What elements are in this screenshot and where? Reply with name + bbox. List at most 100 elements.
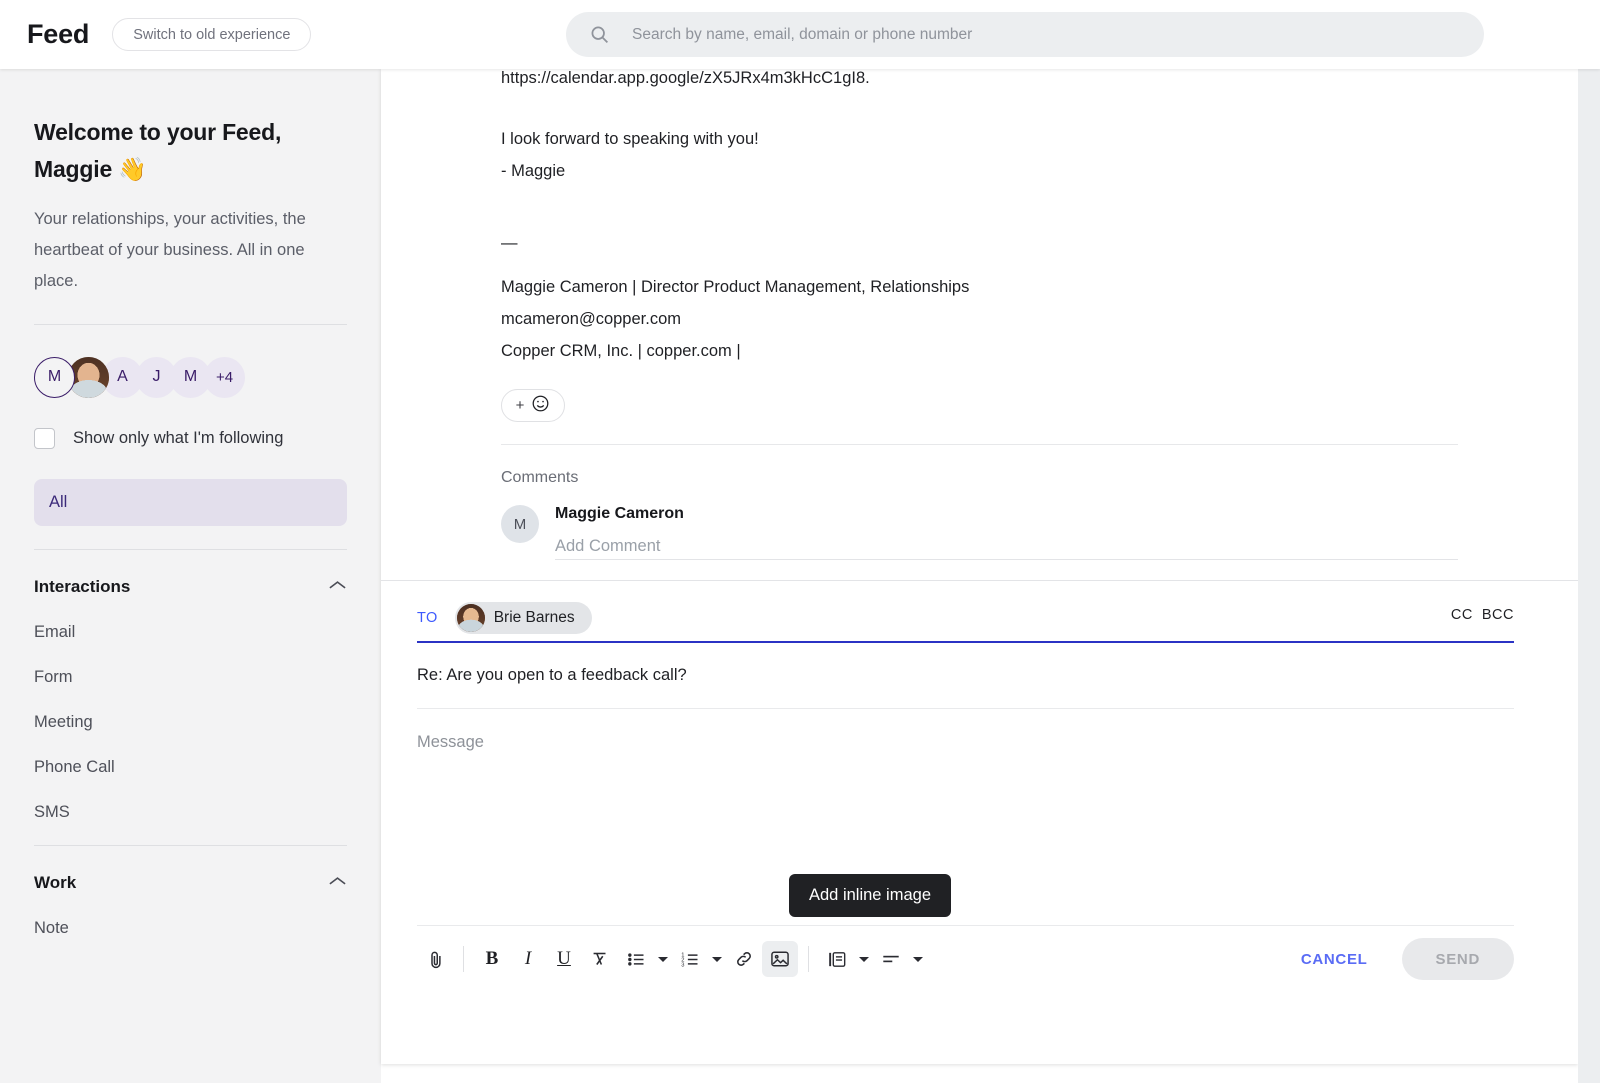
- sidebar-item-label: SMS: [34, 803, 70, 821]
- numbered-list-icon[interactable]: 1 2 3: [672, 941, 708, 977]
- sidebar-item-label: Meeting: [34, 713, 93, 731]
- add-comment-input[interactable]: [555, 533, 1458, 560]
- tooltip-add-inline-image: Add inline image: [789, 874, 951, 917]
- recipients-row: TO Brie Barnes CC BCC: [417, 599, 1514, 637]
- sidebar-section-interactions[interactable]: Interactions: [34, 577, 347, 597]
- smiley-icon: [531, 394, 550, 418]
- email-composer: TO Brie Barnes CC BCC Re: Are you open to…: [381, 599, 1578, 992]
- sidebar-item-label: Email: [34, 623, 76, 641]
- subject-field[interactable]: Re: Are you open to a feedback call?: [417, 666, 1514, 709]
- app-title: Feed: [27, 19, 90, 49]
- sidebar-item-sms[interactable]: SMS: [34, 803, 347, 822]
- formatting-toolbar: Add inline image B I U 1 2 3 CANCEL SEND: [417, 874, 1514, 992]
- link-icon[interactable]: [726, 941, 762, 977]
- welcome-subtitle: Your relationships, your activities, the…: [34, 210, 306, 290]
- italic-icon[interactable]: I: [510, 941, 546, 977]
- chevron-up-icon[interactable]: [328, 874, 347, 892]
- sidebar-item-label: All: [49, 493, 68, 511]
- page-title: Welcome to your Feed, Maggie 👋: [34, 119, 282, 182]
- chevron-up-icon[interactable]: [328, 578, 347, 596]
- search-icon: [589, 24, 610, 45]
- sidebar-item-label: Note: [34, 919, 69, 937]
- sidebar-item-email[interactable]: Email: [34, 623, 347, 642]
- sidebar-item-label: Phone Call: [34, 758, 115, 776]
- compose-top-divider: [381, 580, 1578, 581]
- avatar-initial: M: [47, 368, 62, 385]
- comment-author-name: Maggie Cameron: [555, 505, 684, 522]
- show-only-following-checkbox[interactable]: [34, 428, 55, 449]
- numbered-list-dropdown-icon[interactable]: [708, 944, 726, 974]
- avatar-initial: M: [183, 368, 198, 385]
- cc-bcc-controls: CC BCC: [1451, 607, 1514, 623]
- search-input[interactable]: [632, 19, 1432, 50]
- sidebar-section-work[interactable]: Work: [34, 873, 347, 893]
- section-title: Work: [34, 873, 77, 892]
- signature-email: mcameron@copper.com: [501, 310, 681, 328]
- main-content-panel: https://calendar.app.google/zX5JRx4m3kHc…: [381, 69, 1578, 1064]
- compose-actions: CANCEL SEND: [1285, 938, 1514, 980]
- cc-button[interactable]: CC: [1451, 607, 1473, 623]
- global-search[interactable]: [566, 12, 1484, 57]
- sidebar-divider-3: [34, 845, 347, 846]
- align-dropdown-icon[interactable]: [909, 944, 927, 974]
- attachment-icon[interactable]: [417, 941, 453, 977]
- avatar[interactable]: M: [34, 356, 75, 398]
- section-title: Interactions: [34, 577, 131, 596]
- switch-to-old-experience-button[interactable]: Switch to old experience: [112, 18, 312, 51]
- email-signoff: - Maggie: [501, 162, 566, 180]
- toolbar-separator: [463, 946, 464, 972]
- bcc-button[interactable]: BCC: [1482, 607, 1514, 623]
- sidebar-item-label: Form: [34, 668, 73, 686]
- avatar: M: [501, 505, 539, 543]
- sidebar-item-phone-call[interactable]: Phone Call: [34, 758, 347, 777]
- send-button[interactable]: SEND: [1401, 938, 1514, 980]
- recipients-underline: [417, 641, 1514, 643]
- avatar: [456, 604, 485, 632]
- recipient-chip[interactable]: Brie Barnes: [454, 602, 592, 634]
- add-reaction-button[interactable]: +: [501, 389, 565, 422]
- email-line: I look forward to speaking with you!: [501, 130, 759, 148]
- signature-company: Copper CRM, Inc. | copper.com |: [501, 342, 741, 360]
- bulleted-list-icon[interactable]: [618, 941, 654, 977]
- avatar-initial: M: [513, 515, 527, 533]
- avatar-overflow-label: +4: [215, 368, 234, 386]
- plus-icon: +: [515, 397, 525, 414]
- template-icon[interactable]: [819, 941, 855, 977]
- avatar-initial: J: [152, 368, 161, 385]
- svg-text:3: 3: [681, 962, 684, 968]
- clear-formatting-icon[interactable]: [582, 941, 618, 977]
- align-icon[interactable]: [873, 941, 909, 977]
- sidebar-item-note[interactable]: Note: [34, 919, 347, 938]
- sidebar-item-form[interactable]: Form: [34, 668, 347, 687]
- comment-composer-row: M Maggie Cameron: [501, 505, 1458, 560]
- sidebar-item-meeting[interactable]: Meeting: [34, 713, 347, 732]
- bulleted-list-dropdown-icon[interactable]: [654, 944, 672, 974]
- follow-filter-row[interactable]: Show only what I'm following: [34, 428, 347, 449]
- recipient-name: Brie Barnes: [493, 609, 575, 626]
- show-only-following-label[interactable]: Show only what I'm following: [73, 429, 283, 448]
- switch-label: Switch to old experience: [133, 26, 291, 43]
- toolbar-separator: [808, 946, 809, 972]
- avatar-initial: A: [117, 368, 128, 385]
- email-body: https://calendar.app.google/zX5JRx4m3kHc…: [381, 69, 1578, 445]
- sidebar-item-all[interactable]: All: [34, 479, 347, 526]
- to-label: TO: [417, 610, 438, 626]
- template-dropdown-icon[interactable]: [855, 944, 873, 974]
- message-body-field[interactable]: Message: [417, 733, 1514, 918]
- underline-icon[interactable]: U: [546, 941, 582, 977]
- signature-name-title: Maggie Cameron | Director Product Manage…: [501, 278, 970, 296]
- signature-separator: —: [501, 234, 519, 252]
- bold-icon[interactable]: B: [474, 941, 510, 977]
- right-gutter: [1578, 69, 1600, 1083]
- comments-label: Comments: [501, 469, 579, 486]
- avatar-filter-row: M A J M +4: [34, 355, 347, 399]
- email-comments-divider: [501, 444, 1458, 445]
- sidebar-divider-2: [34, 549, 347, 550]
- comments-section: Comments M Maggie Cameron: [381, 469, 1578, 560]
- cancel-button[interactable]: CANCEL: [1285, 941, 1384, 978]
- sidebar-divider-1: [34, 324, 347, 325]
- top-bar: Feed Switch to old experience: [0, 0, 1600, 69]
- sidebar: Welcome to your Feed, Maggie 👋 Your rela…: [0, 69, 381, 1083]
- email-calendar-link[interactable]: https://calendar.app.google/zX5JRx4m3kHc…: [501, 69, 1458, 94]
- inline-image-icon[interactable]: [762, 941, 798, 977]
